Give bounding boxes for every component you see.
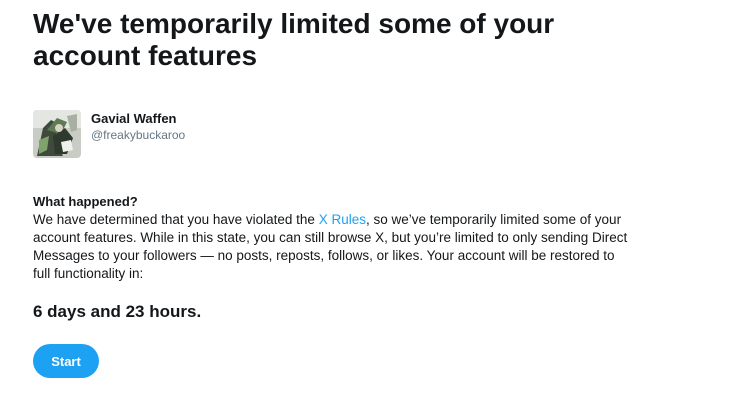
avatar [33, 110, 81, 158]
display-name: Gavial Waffen [91, 111, 177, 126]
start-button[interactable]: Start [33, 344, 99, 378]
restriction-countdown: 6 days and 23 hours. [33, 302, 202, 321]
avatar-image [33, 110, 81, 158]
account-profile: Gavial Waffen @freakybuckaroo [33, 110, 185, 158]
what-happened-section: What happened? We have determined that y… [33, 193, 633, 283]
profile-names: Gavial Waffen @freakybuckaroo [91, 111, 185, 143]
section-heading: What happened? [33, 194, 138, 209]
page-title: We've temporarily limited some of your a… [33, 8, 555, 71]
limited-account-page: We've temporarily limited some of your a… [33, 0, 713, 378]
x-rules-link[interactable]: X Rules [319, 212, 366, 227]
user-handle: @freakybuckaroo [91, 128, 186, 142]
explanation-text: We have determined that you have violate… [33, 211, 633, 283]
explanation-text-start: We have determined that you have violate… [33, 212, 319, 227]
